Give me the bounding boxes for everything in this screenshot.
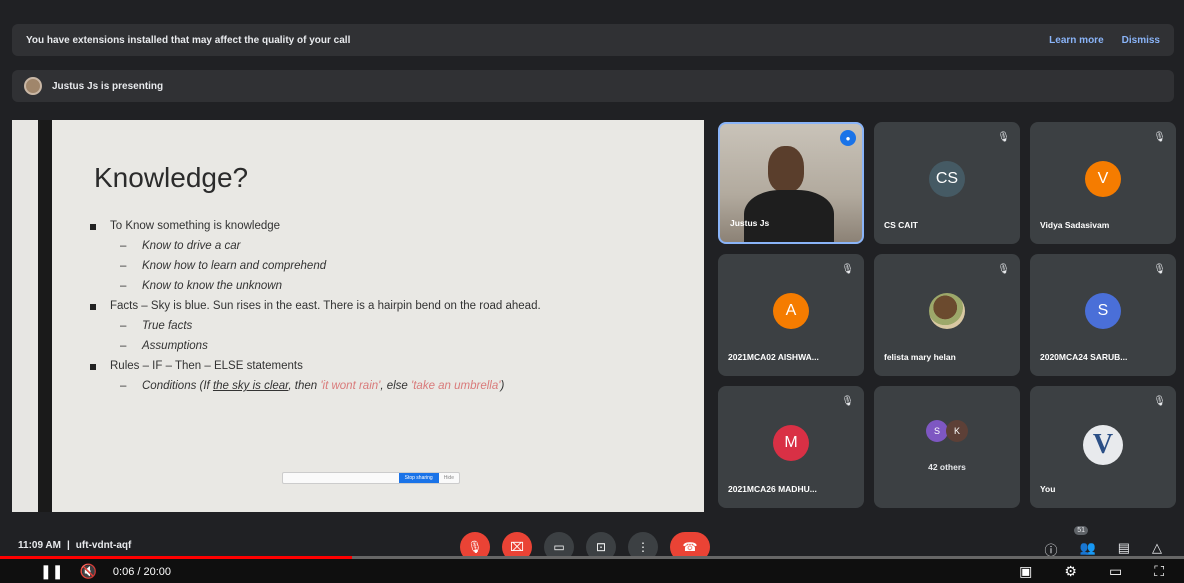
participant-tile-aishwa[interactable]: 🎙 A 2021MCA02 AISHWA... <box>718 254 864 376</box>
sub-bullet-item: Know how to learn and comprehend <box>88 260 708 272</box>
mic-off-icon: 🎙 <box>997 264 1010 275</box>
player-right-controls: ▣ ⚙ ▭ ⛶ <box>1019 563 1164 580</box>
slide: Knowledge? To Know something is knowledg… <box>52 120 704 512</box>
presentation-view: Knowledge? To Know something is knowledg… <box>12 120 704 512</box>
fullscreen-icon[interactable]: ⛶ <box>1154 563 1164 580</box>
participant-name: You <box>1040 484 1056 494</box>
condition-part: , then <box>288 380 321 392</box>
hang-up-icon: ☎ <box>682 540 698 554</box>
participant-tile-sarub[interactable]: 🎙 S 2020MCA24 SARUB... <box>1030 254 1176 376</box>
mic-off-icon: 🎙 <box>1153 132 1166 143</box>
participant-name: felista mary helan <box>884 352 956 362</box>
participants-count-badge: 51 <box>1074 526 1088 535</box>
avatar: K <box>946 420 968 442</box>
mic-off-icon: 🎙 <box>997 132 1010 143</box>
slide-bullets: To Know something is knowledge Know to d… <box>88 220 708 400</box>
avatar: A <box>773 293 809 329</box>
condition-part: ) <box>500 380 505 392</box>
meeting-code: uft-vdnt-aqf <box>75 540 132 551</box>
avatar: S <box>1085 293 1121 329</box>
learn-more-link[interactable]: Learn more <box>1049 35 1103 46</box>
others-avatars: S K <box>926 420 968 442</box>
presenting-banner: Justus Js is presenting <box>12 70 1174 102</box>
condition-part: , else <box>380 380 412 392</box>
meeting-info: 11:09 AM | uft-vdnt-aqf <box>18 540 131 551</box>
participant-tile-vidya[interactable]: 🎙 V Vidya Sadasivam <box>1030 122 1176 244</box>
pause-icon[interactable]: ❚❚ <box>40 563 63 580</box>
others-count: 42 others <box>928 462 966 472</box>
sub-bullet-item: Know to know the unknown <box>88 280 708 292</box>
avatar-photo <box>929 293 965 329</box>
participant-tile-cs-cait[interactable]: 🎙 CS CS CAIT <box>874 122 1020 244</box>
bullet-item: Facts – Sky is blue. Sun rises in the ea… <box>88 300 708 312</box>
participant-name: Vidya Sadasivam <box>1040 220 1110 230</box>
mute-icon[interactable]: 🔇 <box>79 563 96 580</box>
avatar: S <box>926 420 948 442</box>
hide-button: Hide <box>443 475 454 481</box>
extension-warning-banner: You have extensions installed that may a… <box>12 24 1174 56</box>
meeting-separator: | <box>66 540 70 551</box>
condition-else: 'take an umbrella' <box>411 380 501 392</box>
video-player-controls: ❚❚ 🔇 0:06 / 20:00 ▣ ⚙ ▭ ⛶ <box>0 559 1184 583</box>
condition-then: 'it wont rain' <box>320 380 381 392</box>
bullet-item: To Know something is knowledge <box>88 220 708 232</box>
mic-off-icon: 🎙 <box>841 264 854 275</box>
you-avatar-logo: V <box>1083 425 1123 465</box>
sub-bullet-item: Conditions (If the sky is clear, then 'i… <box>88 380 708 392</box>
sharing-mini-bar: Stop sharing Hide <box>282 472 460 484</box>
sub-bullet-item: Know to drive a car <box>88 240 708 252</box>
mic-off-icon: 🎙 <box>1153 264 1166 275</box>
slide-accent-bar <box>38 120 52 512</box>
participant-tile-justus[interactable]: ● Justus Js <box>718 122 864 244</box>
participant-video-body <box>744 190 834 242</box>
participant-name: 2021MCA26 MADHU... <box>728 484 817 494</box>
participant-tile-felista[interactable]: 🎙 felista mary helan <box>874 254 1020 376</box>
extension-warning-text: You have extensions installed that may a… <box>26 34 351 46</box>
theater-mode-icon[interactable]: ▭ <box>1109 563 1122 580</box>
participant-name: 2021MCA02 AISHWA... <box>728 352 819 362</box>
slide-edge <box>12 120 38 512</box>
avatar: V <box>1085 161 1121 197</box>
present-icon: ⊡ <box>595 540 607 554</box>
condition-part: Conditions (If <box>142 380 213 392</box>
participant-name: Justus Js <box>730 218 770 228</box>
settings-icon[interactable]: ⚙ <box>1064 563 1077 580</box>
presenter-avatar <box>24 77 42 95</box>
participant-tile-others[interactable]: S K 42 others <box>874 386 1020 508</box>
mic-off-icon: 🎙 <box>841 396 854 407</box>
speaking-indicator-icon: ● <box>840 130 856 146</box>
captions-icon: ▭ <box>553 540 565 554</box>
subtitles-icon[interactable]: ▣ <box>1019 563 1032 580</box>
bullet-item: Rules – IF – Then – ELSE statements <box>88 360 708 372</box>
condition-underlined: the sky is clear <box>212 380 289 392</box>
participant-name: CS CAIT <box>884 220 918 230</box>
dismiss-button[interactable]: Dismiss <box>1122 35 1160 46</box>
sub-bullet-item: Assumptions <box>88 340 708 352</box>
participant-tile-madhu[interactable]: 🎙 M 2021MCA26 MADHU... <box>718 386 864 508</box>
meeting-time: 11:09 AM <box>18 540 61 551</box>
participant-tile-you[interactable]: 🎙 V You <box>1030 386 1176 508</box>
avatar: M <box>773 425 809 461</box>
participant-name: 2020MCA24 SARUB... <box>1040 352 1128 362</box>
presenting-text: Justus Js is presenting <box>52 80 164 92</box>
player-left-controls: ❚❚ 🔇 0:06 / 20:00 <box>40 563 171 580</box>
avatar: CS <box>929 161 965 197</box>
sub-bullet-item: True facts <box>88 320 708 332</box>
mic-off-icon: 🎙 <box>467 540 483 554</box>
slide-title: Knowledge? <box>94 162 249 193</box>
mic-off-icon: 🎙 <box>1153 396 1166 407</box>
more-vert-icon: ⋮ <box>637 540 649 554</box>
banner-actions: Learn more Dismiss <box>1049 35 1160 46</box>
camera-off-icon: ⌧ <box>510 540 524 554</box>
video-time: 0:06 / 20:00 <box>112 565 172 578</box>
participant-video-head <box>768 146 804 192</box>
stop-sharing-button: Stop sharing <box>398 473 439 483</box>
